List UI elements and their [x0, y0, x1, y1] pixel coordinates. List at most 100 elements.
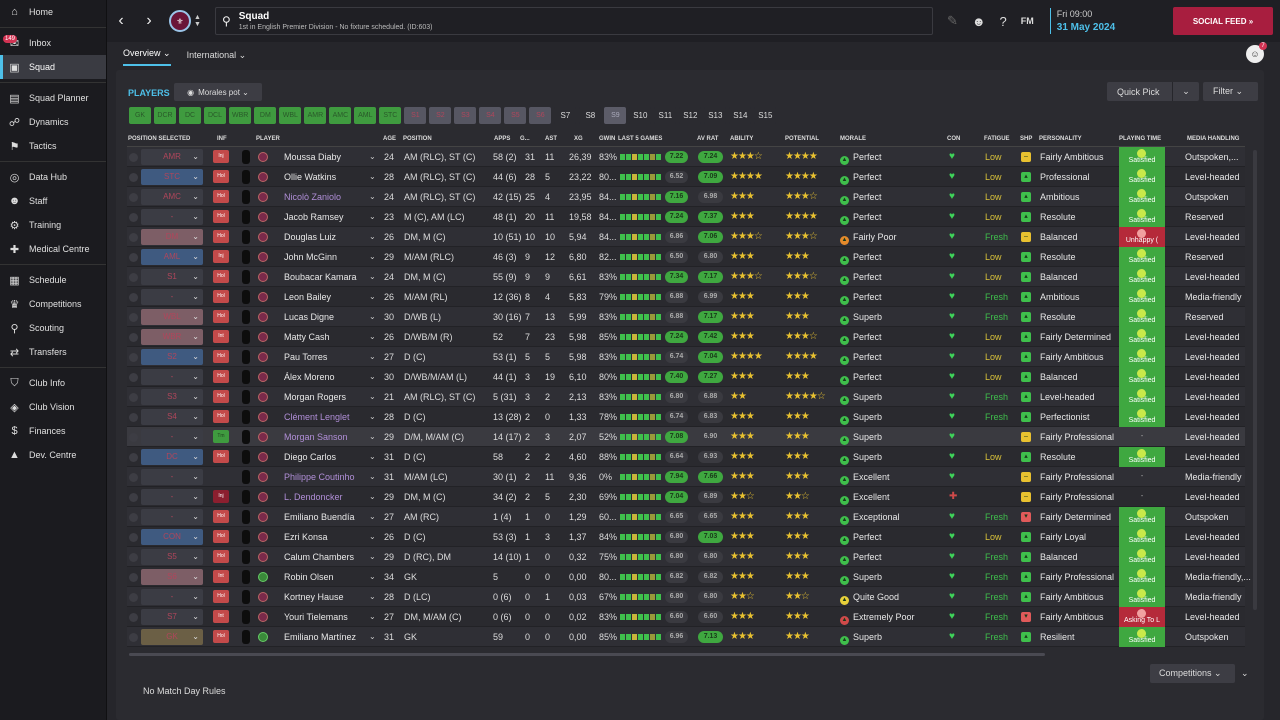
position-select[interactable]: AMC ⌄ [141, 189, 203, 205]
position-select[interactable]: S3 ⌄ [141, 389, 203, 405]
row-checkbox[interactable] [129, 453, 138, 462]
sidebar-item-home[interactable]: ⌂ Home [0, 0, 106, 24]
sidebar-item-scouting[interactable]: ⚲ Scouting [0, 316, 106, 340]
table-row[interactable]: S4 ⌄ Hol Clément Lenglet ⌄ 28 D (C) 13 (28) 2 0 1,… [127, 407, 1245, 427]
row-checkbox[interactable] [129, 513, 138, 522]
row-checkbox[interactable] [129, 373, 138, 382]
fm-logo[interactable]: FM [1021, 16, 1034, 26]
back-arrow-icon[interactable]: ‹ [107, 12, 135, 30]
table-row[interactable]: S5 ⌄ Hol Calum Chambers ⌄ 29 D (RC), DM 14 (10)… [127, 547, 1245, 567]
chevron-down-icon[interactable]: ⌄ [369, 507, 376, 527]
position-select[interactable]: AML ⌄ [141, 249, 203, 265]
table-row[interactable]: - ⌄ Tm Morgan Sanson ⌄ 29 D/M, M/AM (C) 14 (17)… [127, 427, 1245, 447]
position-button-s14[interactable]: S14 [729, 107, 752, 124]
info-badge[interactable]: Inj [213, 150, 229, 163]
chevron-down-icon[interactable]: ⌄ [369, 587, 376, 607]
forward-arrow-icon[interactable]: › [135, 12, 163, 30]
row-checkbox[interactable] [129, 253, 138, 262]
chevron-down-icon[interactable]: ⌄ [369, 487, 376, 507]
position-button-s8[interactable]: S8 [579, 107, 602, 124]
row-checkbox[interactable] [129, 413, 138, 422]
info-badge[interactable]: Hol [213, 390, 229, 403]
table-row[interactable]: - ⌄ Inj L. Dendoncker ⌄ 29 DM, M (C) 34 (2) 2 5 2,… [127, 487, 1245, 507]
table-row[interactable]: S2 ⌄ Hol Pau Torres ⌄ 27 D (C) 53 (1) 5 5 5,98 83% 6… [127, 347, 1245, 367]
info-badge[interactable]: Hol [213, 510, 229, 523]
position-button-s15[interactable]: S15 [754, 107, 777, 124]
row-checkbox[interactable] [129, 233, 138, 242]
row-checkbox[interactable] [129, 273, 138, 282]
vertical-scrollbar[interactable] [1253, 150, 1257, 610]
table-row[interactable]: S7 ⌄ Int Youri Tielemans ⌄ 27 DM, M/AM (C) 0 (6… [127, 607, 1245, 627]
player-name[interactable]: Calum Chambers [284, 547, 354, 567]
chevron-down-icon[interactable]: ⌄ [369, 327, 376, 347]
info-badge[interactable]: Hol [213, 230, 229, 243]
player-name[interactable]: Douglas Luiz [284, 227, 336, 247]
sidebar-item-schedule[interactable]: ▦ Schedule [0, 268, 106, 292]
table-row[interactable]: - ⌄ Hol Jacob Ramsey ⌄ 23 M (C), AM (LC) 48 (1)… [127, 207, 1245, 227]
position-button-amr[interactable]: AMR [304, 107, 327, 124]
col-playing-time[interactable]: PLAYING TIME [1119, 136, 1161, 142]
chevron-down-icon[interactable]: ⌄ [369, 527, 376, 547]
position-select[interactable]: S2 ⌄ [141, 349, 203, 365]
chevron-down-icon[interactable]: ⌄ [369, 387, 376, 407]
position-button-s2[interactable]: S2 [429, 107, 452, 124]
sidebar-item-medical-centre[interactable]: ✚ Medical Centre [0, 237, 106, 261]
player-name[interactable]: Kortney Hause [284, 587, 344, 607]
sidebar-item-inbox[interactable]: ✉ Inbox 149 [0, 31, 106, 55]
tab-international[interactable]: International ⌄ [187, 50, 247, 66]
chevron-down-icon[interactable]: ⌄ [1172, 82, 1199, 101]
row-checkbox[interactable] [129, 153, 138, 162]
player-name[interactable]: Matty Cash [284, 327, 330, 347]
info-badge[interactable]: Inj [213, 250, 229, 263]
chevron-down-icon[interactable]: ⌄ [369, 447, 376, 467]
col-age[interactable]: AGE [383, 136, 396, 142]
position-select[interactable]: AMR ⌄ [141, 149, 203, 165]
position-button-s6[interactable]: S6 [529, 107, 552, 124]
sidebar-item-dynamics[interactable]: ☍ Dynamics [0, 110, 106, 134]
col-ability[interactable]: ABILITY [730, 136, 753, 142]
col-personality[interactable]: PERSONALITY [1039, 136, 1082, 142]
col-gwin[interactable]: GWIN [599, 136, 615, 142]
col-morale[interactable]: MORALE [840, 136, 866, 142]
chevron-down-icon[interactable]: ⌄ [369, 187, 376, 207]
position-button-s3[interactable]: S3 [454, 107, 477, 124]
position-select[interactable]: STC ⌄ [141, 169, 203, 185]
row-checkbox[interactable] [129, 293, 138, 302]
row-checkbox[interactable] [129, 613, 138, 622]
player-name[interactable]: Clément Lenglet [284, 407, 350, 427]
player-name[interactable]: Leon Bailey [284, 287, 331, 307]
col-position[interactable]: POSITION [403, 136, 432, 142]
table-row[interactable]: WBL ⌄ Hol Lucas Digne ⌄ 30 D/WB (L) 30 (16) 7 13 5… [127, 307, 1245, 327]
table-row[interactable]: WBR ⌄ Int Matty Cash ⌄ 26 D/WB/M (R) 52 7 23 5,98 8… [127, 327, 1245, 347]
position-button-s12[interactable]: S12 [679, 107, 702, 124]
player-name[interactable]: Boubacar Kamara [284, 267, 357, 287]
sidebar-item-squad-planner[interactable]: ▤ Squad Planner [0, 86, 106, 110]
player-name[interactable]: Philippe Coutinho [284, 467, 355, 487]
info-badge[interactable]: Hol [213, 310, 229, 323]
position-select[interactable]: S7 ⌄ [141, 609, 203, 625]
row-checkbox[interactable] [129, 533, 138, 542]
sidebar-item-dev-centre[interactable]: ▲ Dev. Centre [0, 443, 106, 467]
table-row[interactable]: - ⌄ Philippe Coutinho ⌄ 31 M/AM (LC) 30 (1) 2 11… [127, 467, 1245, 487]
info-badge[interactable]: Hol [213, 450, 229, 463]
row-checkbox[interactable] [129, 333, 138, 342]
table-row[interactable]: DC ⌄ Hol Diego Carlos ⌄ 31 D (C) 58 2 2 4,60 88% 6.6… [127, 447, 1245, 467]
fm-brain-icon[interactable]: ☻ [972, 14, 986, 29]
position-select[interactable]: - ⌄ [141, 469, 203, 485]
player-name[interactable]: Diego Carlos [284, 447, 336, 467]
col-sharpness[interactable]: SHP [1020, 136, 1032, 142]
position-button-s13[interactable]: S13 [704, 107, 727, 124]
position-select[interactable]: - ⌄ [141, 489, 203, 505]
row-checkbox[interactable] [129, 393, 138, 402]
table-row[interactable]: - ⌄ Hol Álex Moreno ⌄ 30 D/WB/M/AM (L) 44 (1) 3 1… [127, 367, 1245, 387]
info-badge[interactable]: Hol [213, 170, 229, 183]
player-name[interactable]: Morgan Rogers [284, 387, 346, 407]
position-select[interactable]: WBR ⌄ [141, 329, 203, 345]
col-apps[interactable]: APPS [494, 136, 510, 142]
col-xg[interactable]: XG [574, 136, 583, 142]
position-button-amc[interactable]: AMC [329, 107, 352, 124]
player-name[interactable]: Emiliano Buendía [284, 507, 355, 527]
row-checkbox[interactable] [129, 573, 138, 582]
col-media-handling[interactable]: MEDIA HANDLING [1187, 136, 1239, 142]
player-name[interactable]: Robin Olsen [284, 567, 334, 587]
